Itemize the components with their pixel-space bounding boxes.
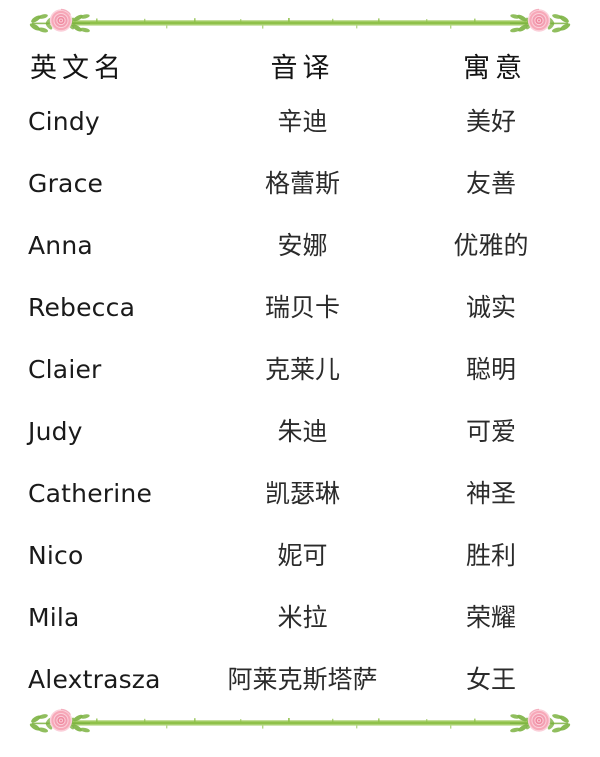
table-row: Mila 米拉 荣耀 — [0, 598, 600, 660]
cell-english-name: Anna — [28, 231, 93, 260]
cell-english-name: Judy — [28, 417, 83, 446]
rose-right — [527, 708, 551, 732]
top-divider — [26, 5, 574, 41]
cell-transliteration: 朱迪 — [277, 417, 328, 446]
cell-meaning: 胜利 — [465, 541, 516, 570]
cell-meaning: 优雅的 — [453, 231, 529, 260]
cell-transliteration: 安娜 — [277, 231, 328, 260]
leaf-cluster-right-outer — [547, 14, 571, 33]
cell-transliteration: 阿莱克斯塔萨 — [227, 665, 378, 694]
cell-meaning: 美好 — [465, 107, 516, 136]
cell-english-name: Mila — [28, 603, 80, 632]
cell-english-name: Catherine — [28, 479, 153, 508]
cell-transliteration: 米拉 — [277, 603, 328, 632]
cell-meaning: 荣耀 — [465, 603, 516, 632]
name-table: 英文名 音译 寓意 Cindy 辛迪 美好 Grace 格蕾斯 友善 Anna … — [0, 46, 600, 722]
cell-meaning: 诚实 — [465, 293, 516, 322]
cell-transliteration: 格蕾斯 — [264, 169, 340, 198]
vine-line — [52, 18, 548, 29]
table-row: Cindy 辛迪 美好 — [0, 102, 600, 164]
cell-meaning: 可爱 — [465, 417, 516, 446]
column-header-english-name: 英文名 — [30, 53, 126, 84]
leaf-cluster-left-outer — [29, 714, 53, 733]
table-row: Nico 妮可 胜利 — [0, 536, 600, 598]
table-row: Grace 格蕾斯 友善 — [0, 164, 600, 226]
table-row: Rebecca 瑞贝卡 诚实 — [0, 288, 600, 350]
cell-transliteration: 凯瑟琳 — [264, 479, 340, 508]
column-header-meaning: 寓意 — [463, 53, 527, 84]
cell-english-name: Claier — [28, 355, 102, 384]
cell-english-name: Cindy — [28, 107, 100, 136]
bottom-divider — [26, 705, 574, 741]
cell-transliteration: 克莱儿 — [264, 355, 340, 384]
cell-english-name: Rebecca — [28, 293, 136, 322]
cell-transliteration: 辛迪 — [277, 107, 328, 136]
cell-transliteration: 瑞贝卡 — [264, 293, 340, 322]
cell-transliteration: 妮可 — [277, 541, 328, 570]
leaf-cluster-right-outer — [547, 714, 571, 733]
table-row: Judy 朱迪 可爱 — [0, 412, 600, 474]
cell-meaning: 友善 — [465, 169, 516, 198]
table-row: Claier 克莱儿 聪明 — [0, 350, 600, 412]
table-row: Catherine 凯瑟琳 神圣 — [0, 474, 600, 536]
cell-meaning: 聪明 — [465, 355, 516, 384]
leaf-cluster-left-outer — [29, 14, 53, 33]
cell-english-name: Alextrasza — [28, 665, 161, 694]
table-row: Anna 安娜 优雅的 — [0, 226, 600, 288]
rose-left — [49, 8, 73, 32]
column-header-transliteration: 音译 — [270, 53, 335, 84]
cell-english-name: Grace — [28, 169, 104, 198]
cell-meaning: 神圣 — [465, 479, 516, 508]
table-header-row: 英文名 音译 寓意 — [0, 46, 600, 102]
cell-english-name: Nico — [28, 541, 84, 570]
rose-right — [527, 8, 551, 32]
name-list-page: 英文名 音译 寓意 Cindy 辛迪 美好 Grace 格蕾斯 友善 Anna … — [0, 0, 600, 757]
vine-line — [52, 718, 548, 729]
rose-left — [49, 708, 73, 732]
cell-meaning: 女王 — [465, 665, 516, 694]
